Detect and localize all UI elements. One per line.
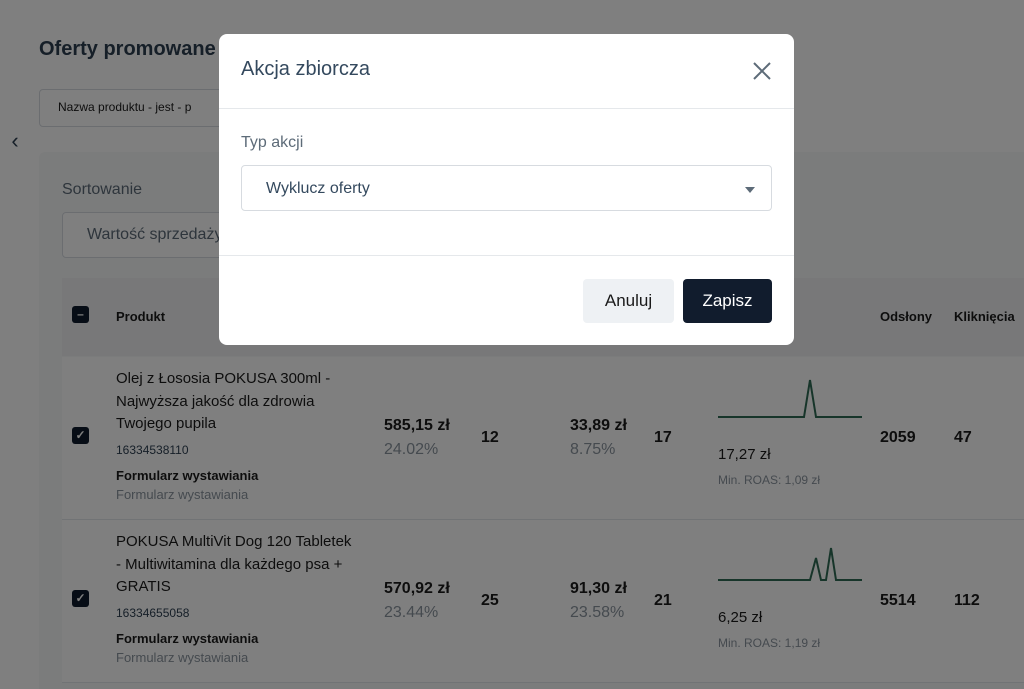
cancel-button[interactable]: Anuluj <box>583 279 674 323</box>
modal-footer-divider <box>219 255 794 256</box>
action-type-select[interactable]: Wyklucz oferty <box>241 165 772 211</box>
bulk-action-modal: Akcja zbiorcza Typ akcji Wyklucz oferty … <box>219 34 794 345</box>
chevron-down-icon <box>745 187 755 193</box>
action-type-value: Wyklucz oferty <box>266 180 370 197</box>
close-icon[interactable] <box>751 60 773 82</box>
save-button[interactable]: Zapisz <box>683 279 772 323</box>
modal-header-divider <box>219 108 794 109</box>
action-type-label: Typ akcji <box>241 134 304 151</box>
modal-title: Akcja zbiorcza <box>241 58 370 80</box>
